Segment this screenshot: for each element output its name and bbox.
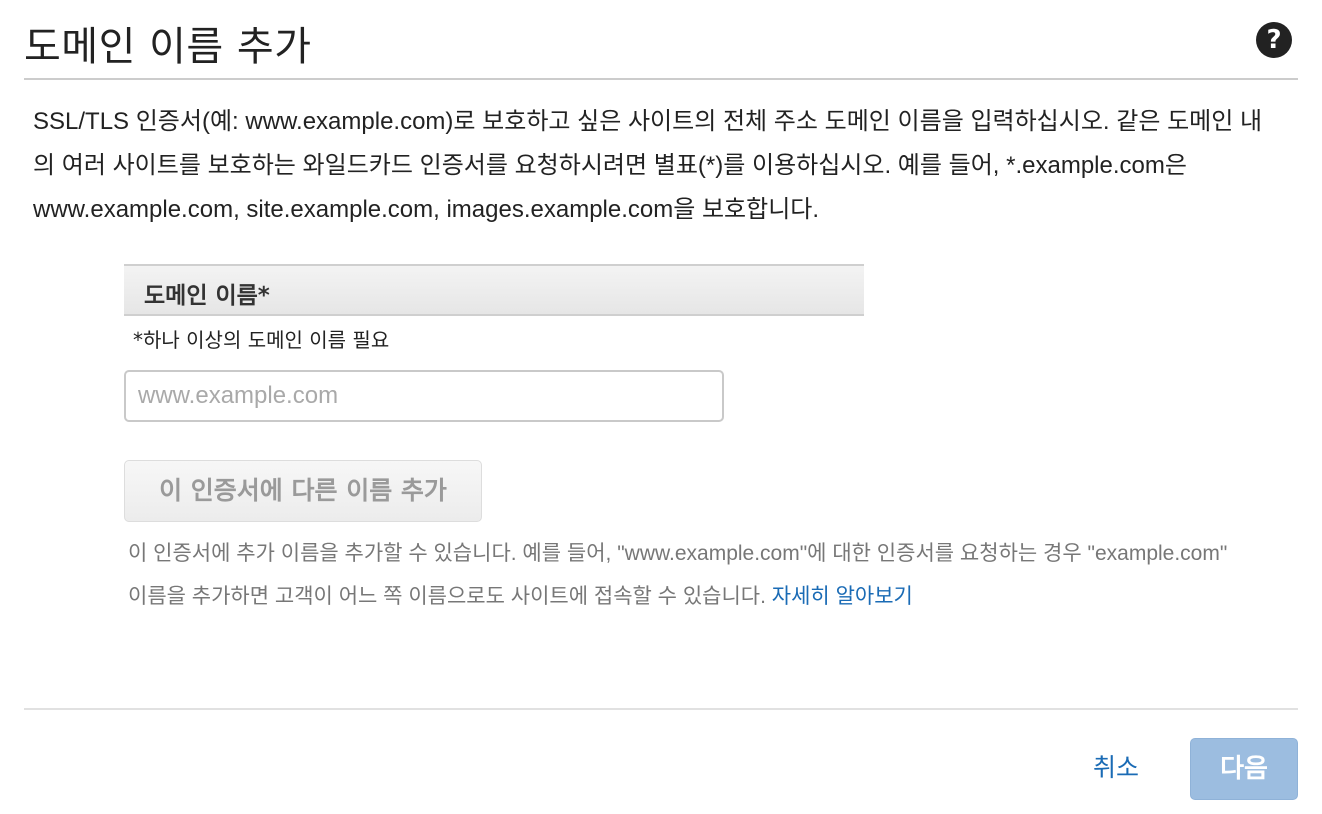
required-note: *하나 이상의 도메인 이름 필요 [133, 328, 390, 352]
learn-more-link[interactable]: 자세히 알아보기 [772, 585, 913, 608]
footer-divider [24, 708, 1298, 710]
cancel-link[interactable]: 취소 [1093, 748, 1139, 784]
intro-description: SSL/TLS 인증서(예: www.example.com)로 보호하고 싶은… [33, 108, 1263, 223]
page-title: 도메인 이름 추가 [24, 24, 312, 70]
add-another-name-button[interactable]: 이 인증서에 다른 이름 추가 [124, 460, 482, 522]
domain-name-input[interactable] [124, 370, 724, 422]
next-button[interactable]: 다음 [1190, 738, 1298, 800]
additional-names-hint: 이 인증서에 추가 이름을 추가할 수 있습니다. 예를 들어, "www.ex… [128, 532, 1248, 618]
hint-text: 이 인증서에 추가 이름을 추가할 수 있습니다. 예를 들어, "www.ex… [128, 542, 1228, 608]
question-circle-icon[interactable]: ? [1256, 22, 1292, 58]
domain-name-label: 도메인 이름* [144, 283, 270, 309]
domain-name-section-header: 도메인 이름* [124, 264, 864, 316]
title-divider [24, 78, 1298, 80]
